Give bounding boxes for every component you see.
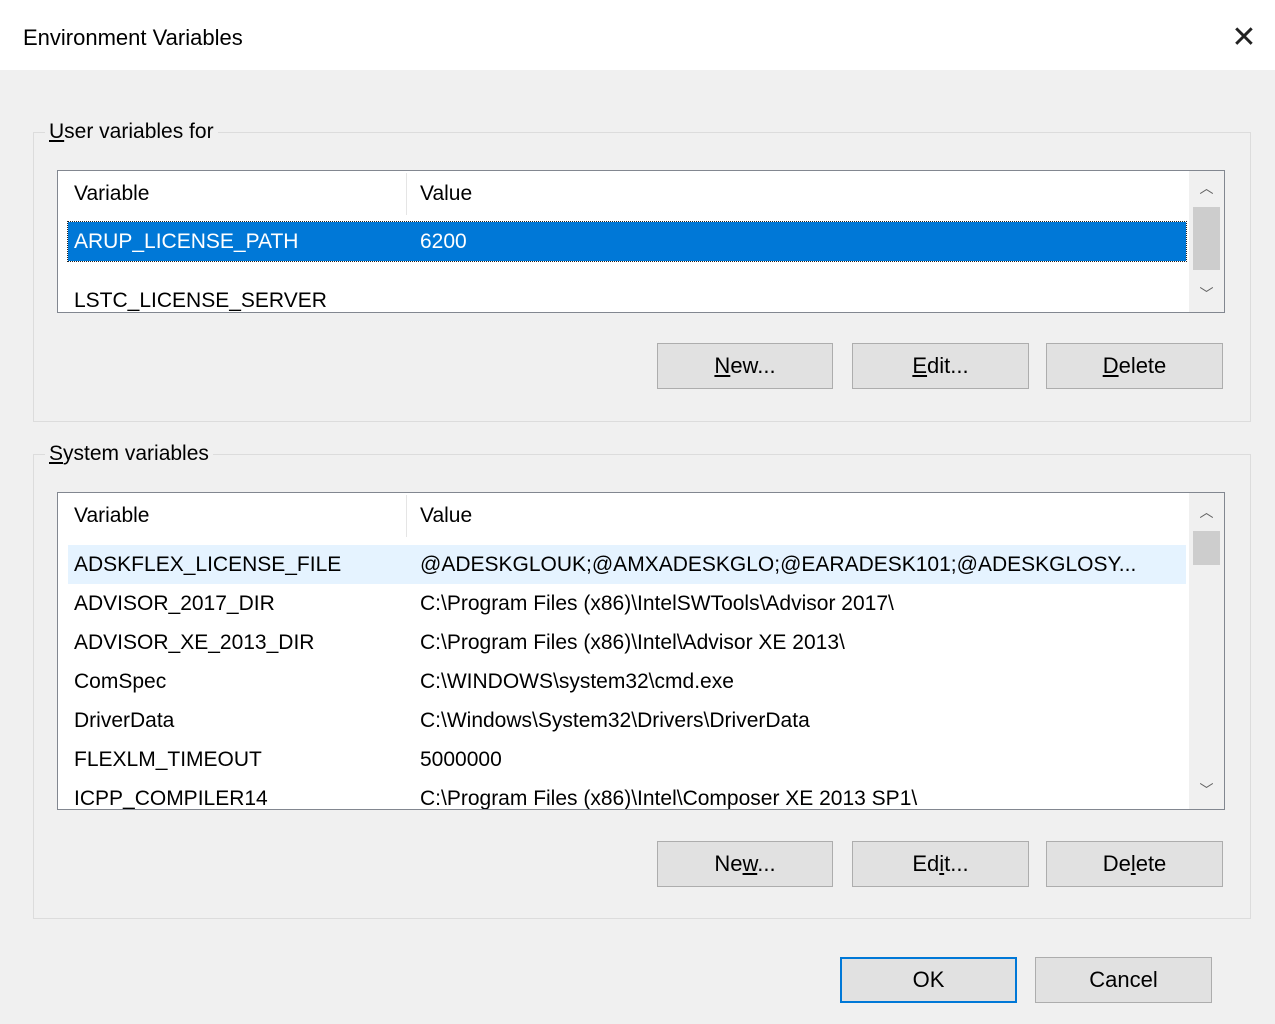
table-row[interactable]: LSTC_LICENSE_SERVER — [68, 281, 1186, 312]
variable-name: FLEXLM_TIMEOUT — [74, 748, 262, 771]
column-divider[interactable] — [406, 495, 407, 537]
scroll-thumb[interactable] — [1193, 531, 1220, 565]
variable-name: ADVISOR_2017_DIR — [74, 592, 275, 615]
variable-name: LSTC_LICENSE_SERVER — [74, 289, 327, 312]
close-icon: ✕ — [1231, 21, 1257, 54]
table-row[interactable]: ICPP_COMPILER14 C:\Program Files (x86)\I… — [68, 779, 1186, 810]
scroll-up-button[interactable]: ︿ — [1189, 495, 1224, 529]
variable-value: 6200 — [420, 230, 467, 253]
chevron-up-icon: ︿ — [1199, 180, 1214, 196]
table-row[interactable]: ADVISOR_XE_2013_DIR C:\Program Files (x8… — [68, 623, 1186, 662]
list-header: Variable Value — [58, 493, 1186, 539]
user-variables-label: User variables for — [45, 120, 218, 144]
user-variables-list[interactable]: Variable Value ARUP_LICENSE_PATH 6200 LS… — [57, 170, 1225, 313]
system-variables-list[interactable]: Variable Value ADSKFLEX_LICENSE_FILE @AD… — [57, 492, 1225, 810]
table-row[interactable]: ComSpec C:\WINDOWS\system32\cmd.exe — [68, 662, 1186, 701]
close-button[interactable]: ✕ — [1222, 16, 1266, 60]
chevron-down-icon: ﹀ — [1199, 286, 1214, 302]
variable-value: C:\Windows\System32\Drivers\DriverData — [420, 709, 810, 732]
table-row[interactable]: ARUP_LICENSE_PATH 6200 — [67, 221, 1187, 262]
title-bar: Environment Variables ✕ — [0, 0, 1275, 70]
variable-value: C:\Program Files (x86)\Intel\Advisor XE … — [420, 631, 845, 654]
chevron-up-icon: ︿ — [1199, 504, 1214, 520]
list-header: Variable Value — [58, 171, 1186, 217]
column-header-value[interactable]: Value — [420, 493, 472, 539]
variable-name: ICPP_COMPILER14 — [74, 787, 268, 810]
column-divider[interactable] — [406, 173, 407, 215]
table-row[interactable]: ADSKFLEX_LICENSE_FILE @ADESKGLOUK;@AMXAD… — [68, 545, 1186, 584]
cancel-button[interactable]: Cancel — [1035, 957, 1212, 1003]
scroll-down-button[interactable]: ﹀ — [1189, 277, 1224, 311]
variable-name: ADSKFLEX_LICENSE_FILE — [74, 553, 342, 576]
column-header-value[interactable]: Value — [420, 171, 472, 217]
variable-value: 5000000 — [420, 748, 502, 771]
vertical-scrollbar[interactable]: ︿ ﹀ — [1189, 171, 1224, 312]
column-header-variable[interactable]: Variable — [74, 493, 150, 539]
user-edit-button[interactable]: Edit... — [852, 343, 1029, 389]
table-row[interactable]: ADVISOR_2017_DIR C:\Program Files (x86)\… — [68, 584, 1186, 623]
system-edit-button[interactable]: Edit... — [852, 841, 1029, 887]
variable-name: ComSpec — [74, 670, 167, 693]
variable-value: C:\Program Files (x86)\IntelSWTools\Advi… — [420, 592, 894, 615]
scroll-up-button[interactable]: ︿ — [1189, 171, 1224, 205]
variable-name: ARUP_LICENSE_PATH — [74, 230, 299, 253]
variable-name: DriverData — [74, 709, 175, 732]
user-new-button[interactable]: New... — [657, 343, 833, 389]
variable-value: C:\Program Files (x86)\Intel\Composer XE… — [420, 787, 918, 810]
table-row[interactable]: DriverData C:\Windows\System32\Drivers\D… — [68, 701, 1186, 740]
user-delete-button[interactable]: Delete — [1046, 343, 1223, 389]
window-title: Environment Variables — [23, 25, 243, 50]
variable-value: @ADESKGLOUK;@AMXADESKGLO;@EARADESK101;@A… — [420, 553, 1137, 576]
scroll-down-button[interactable]: ﹀ — [1189, 773, 1224, 807]
chevron-down-icon: ﹀ — [1199, 782, 1214, 798]
system-new-button[interactable]: New... — [657, 841, 833, 887]
variable-name: ADVISOR_XE_2013_DIR — [74, 631, 315, 654]
scroll-thumb[interactable] — [1193, 207, 1220, 270]
column-header-variable[interactable]: Variable — [74, 171, 150, 217]
table-row[interactable]: FLEXLM_TIMEOUT 5000000 — [68, 740, 1186, 779]
ok-button[interactable]: OK — [840, 957, 1017, 1003]
system-delete-button[interactable]: Delete — [1046, 841, 1223, 887]
system-variables-label: System variables — [45, 442, 213, 466]
vertical-scrollbar[interactable]: ︿ ﹀ — [1189, 493, 1224, 809]
variable-value: C:\WINDOWS\system32\cmd.exe — [420, 670, 734, 693]
